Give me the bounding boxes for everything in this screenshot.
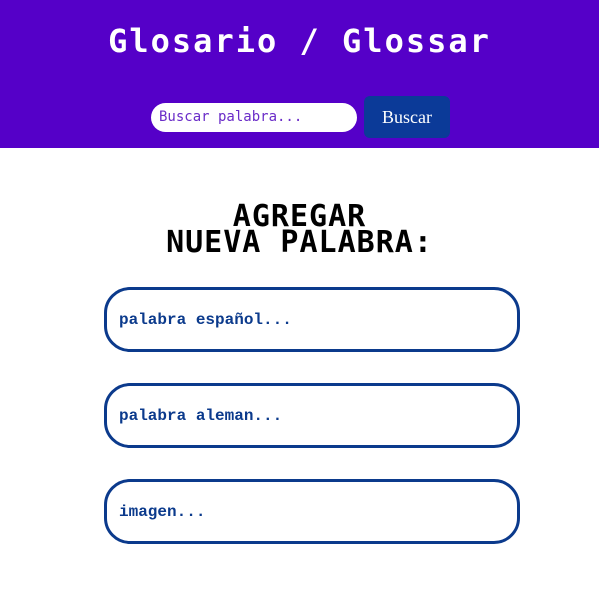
form-title-line2: NUEVA PALABRA: — [166, 225, 433, 260]
search-button[interactable]: Buscar — [364, 96, 450, 138]
search-input[interactable] — [151, 102, 357, 132]
search-bar: Buscar — [151, 96, 450, 138]
image-field[interactable] — [104, 479, 520, 544]
german-word-field[interactable] — [104, 383, 520, 448]
header: Glosario / Glossar Buscar — [0, 0, 599, 148]
spanish-word-field[interactable] — [104, 287, 520, 352]
site-title: Glosario / Glossar — [108, 22, 491, 60]
form-title: AGREGAR NUEVA PALABRA: — [0, 202, 599, 258]
